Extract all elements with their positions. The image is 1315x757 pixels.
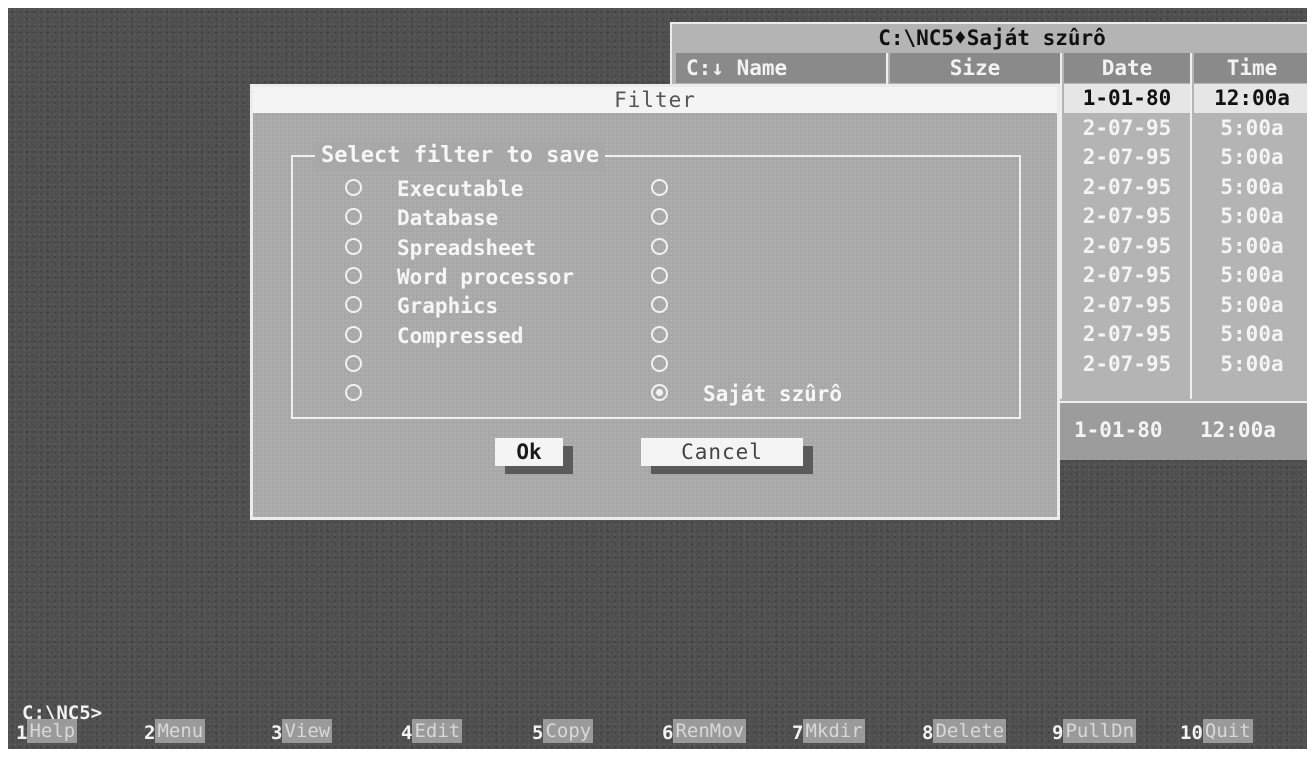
function-key-number: 7 <box>792 722 804 744</box>
file-date: 2-07-95 <box>1082 263 1172 287</box>
status-date: 1-01-80 <box>1074 418 1163 442</box>
file-date: 2-07-95 <box>1082 204 1172 228</box>
file-time: 5:00a <box>1220 233 1284 258</box>
function-key-number: 2 <box>144 722 156 744</box>
function-key-number: 8 <box>922 722 934 744</box>
group-label: Select filter to save <box>315 141 606 171</box>
file-date: 2-07-95 <box>1082 292 1172 317</box>
function-key-2[interactable]: 2 Menu <box>144 718 206 749</box>
function-key-7[interactable]: 7 Mkdir <box>792 718 865 749</box>
function-key-label: RenMov <box>673 719 747 743</box>
radio-button-icon[interactable] <box>651 179 668 196</box>
function-key-6[interactable]: 6 RenMov <box>662 718 747 749</box>
file-time: 5:00a <box>1220 174 1284 199</box>
radio-button-icon[interactable] <box>345 179 362 196</box>
radio-button-icon[interactable] <box>651 325 668 343</box>
function-key-label: Quit <box>1202 719 1253 743</box>
cancel-button[interactable]: Cancel <box>641 438 803 466</box>
function-key-label: PullDn <box>1063 719 1137 743</box>
radio-button-icon[interactable] <box>345 384 362 402</box>
radio-button-icon[interactable] <box>651 237 668 255</box>
file-date: 2-07-95 <box>1082 145 1172 169</box>
function-key-label: Menu <box>155 719 206 743</box>
file-date: 2-07-95 <box>1082 174 1172 199</box>
radio-button-icon[interactable] <box>651 384 668 402</box>
function-key-number: 3 <box>271 722 283 744</box>
file-time: 5:00a <box>1220 351 1284 376</box>
filter-option-label: Database <box>397 206 499 231</box>
filter-dialog: Filter Select filter to save Executable D… <box>250 84 1060 520</box>
function-key-bar: 1 Help 2 Menu 3 View 4 Edit 5 Copy 6 RenMov 7 Mkdir 8 D… <box>8 718 1307 749</box>
radio-button-icon[interactable] <box>651 266 668 284</box>
function-key-number: 9 <box>1052 722 1064 744</box>
file-date: 1-01-80 <box>1064 84 1190 113</box>
function-key-label: Copy <box>543 719 594 743</box>
function-key-9[interactable]: 9 PullDn <box>1052 718 1137 749</box>
filter-option-label: Spreadsheet <box>397 235 537 260</box>
function-key-label: Help <box>27 719 78 743</box>
column-header-size[interactable]: Size <box>890 53 1060 83</box>
filter-option-label: Executable <box>397 177 524 201</box>
filter-option-label: Compressed <box>397 323 524 348</box>
function-key-label: Delete <box>933 719 1007 743</box>
column-header-time[interactable]: Time <box>1194 53 1307 83</box>
file-time: 12:00a <box>1194 84 1307 113</box>
filter-option-label: Saját szûrô <box>703 382 843 407</box>
function-key-label: Mkdir <box>803 719 865 743</box>
file-date: 2-07-95 <box>1082 233 1172 258</box>
dialog-title: Filter <box>253 87 1057 113</box>
status-time: 12:00a <box>1200 418 1276 442</box>
ok-button[interactable]: Ok <box>495 438 563 466</box>
radio-button-icon[interactable] <box>651 354 668 372</box>
function-key-number: 5 <box>532 722 544 744</box>
radio-button-icon[interactable] <box>345 237 362 255</box>
function-key-number: 4 <box>401 722 413 744</box>
function-key-10[interactable]: 10 Quit <box>1180 718 1253 749</box>
file-time: 5:00a <box>1220 263 1284 287</box>
function-key-4[interactable]: 4 Edit <box>401 718 463 749</box>
function-key-1[interactable]: 1 Help <box>16 718 78 749</box>
function-key-number: 6 <box>662 722 674 744</box>
function-key-label: View <box>282 719 333 743</box>
panel-title: C:\NC5♦Saját szûrô <box>878 26 1106 50</box>
radio-button-icon[interactable] <box>345 266 362 284</box>
dos-screen: C:\NC5♦Saját szûrô C:↓ Name Size Date Ti… <box>8 8 1307 749</box>
file-time: 5:00a <box>1220 145 1284 169</box>
function-key-3[interactable]: 3 View <box>271 718 333 749</box>
column-header-name[interactable]: C:↓ Name <box>676 53 886 83</box>
file-date: 2-07-95 <box>1082 322 1172 346</box>
file-time: 5:00a <box>1220 292 1284 317</box>
radio-button-icon[interactable] <box>345 354 362 372</box>
column-header-date[interactable]: Date <box>1064 53 1190 83</box>
function-key-5[interactable]: 5 Copy <box>532 718 594 749</box>
filter-option-label: Graphics <box>397 294 499 319</box>
file-date: 2-07-95 <box>1082 115 1172 140</box>
file-date: 2-07-95 <box>1082 351 1172 376</box>
function-key-label: Edit <box>412 719 463 743</box>
file-time: 5:00a <box>1220 115 1284 140</box>
filter-option-label: Word processor <box>397 264 575 289</box>
radio-button-icon[interactable] <box>345 325 362 343</box>
file-time: 5:00a <box>1220 204 1284 228</box>
function-key-number: 10 <box>1180 722 1203 744</box>
function-key-number: 1 <box>16 722 28 744</box>
function-key-8[interactable]: 8 Delete <box>922 718 1007 749</box>
file-time: 5:00a <box>1220 322 1284 346</box>
